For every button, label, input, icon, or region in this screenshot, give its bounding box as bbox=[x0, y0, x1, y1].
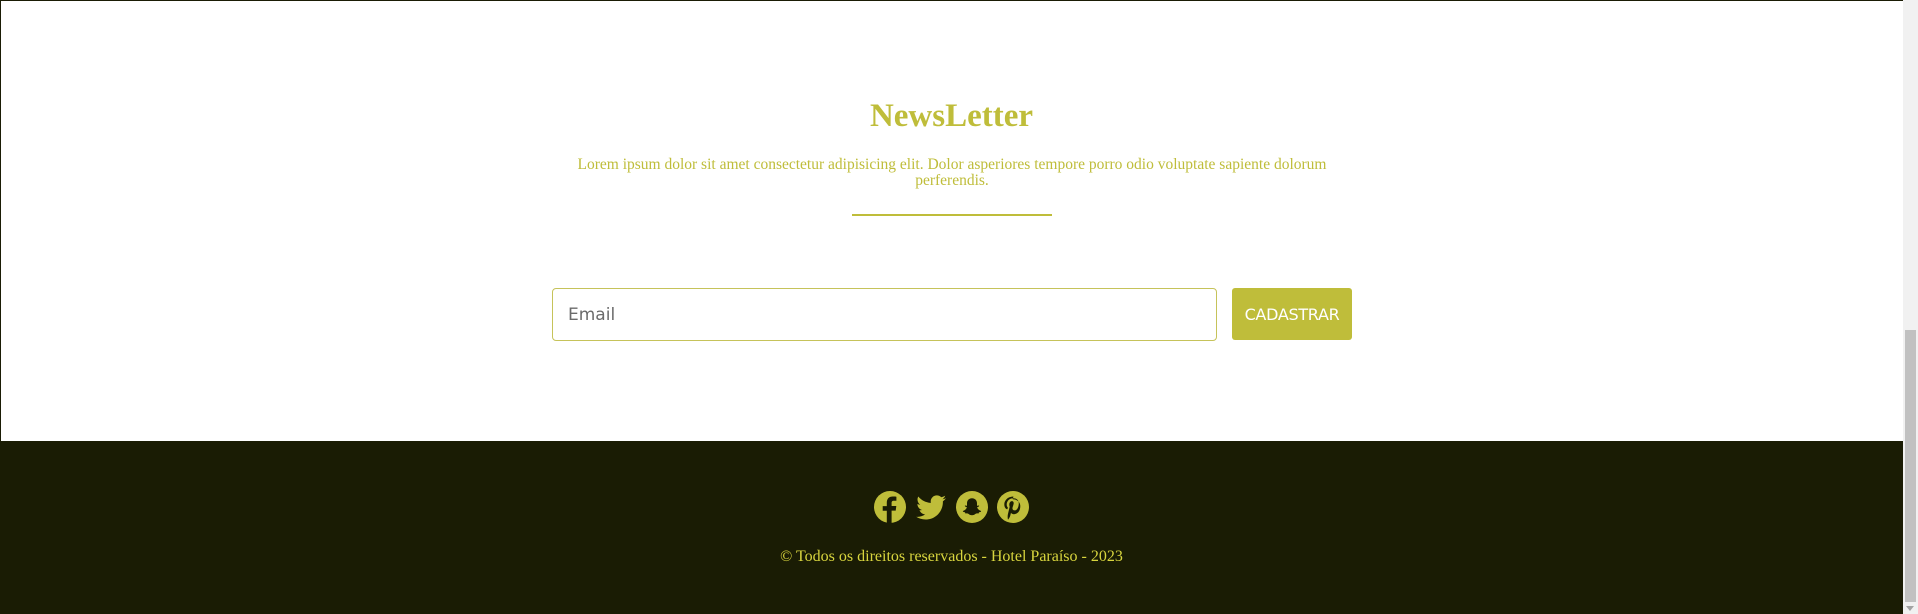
scrollbar[interactable] bbox=[1903, 0, 1918, 614]
pinterest-icon[interactable] bbox=[997, 491, 1029, 523]
scrollbar-thumb[interactable] bbox=[1905, 330, 1916, 602]
page: NewsLetter Lorem ipsum dolor sit amet co… bbox=[0, 0, 1918, 614]
email-input[interactable] bbox=[552, 288, 1217, 341]
scroll-down-arrow-icon[interactable] bbox=[1906, 606, 1914, 611]
twitter-icon[interactable] bbox=[915, 491, 947, 523]
newsletter-section: NewsLetter Lorem ipsum dolor sit amet co… bbox=[0, 0, 1903, 441]
newsletter-title: NewsLetter bbox=[869, 98, 1034, 134]
snapchat-icon[interactable] bbox=[956, 491, 988, 523]
newsletter-description: Lorem ipsum dolor sit amet consectetur a… bbox=[577, 156, 1327, 189]
subscribe-button[interactable]: CADASTRAR bbox=[1232, 288, 1352, 340]
copyright-text: © Todos os direitos reservados - Hotel P… bbox=[780, 548, 1123, 565]
newsletter-divider bbox=[852, 214, 1052, 216]
footer: © Todos os direitos reservados - Hotel P… bbox=[0, 441, 1903, 614]
social-links bbox=[0, 491, 1903, 523]
facebook-icon[interactable] bbox=[874, 491, 906, 523]
